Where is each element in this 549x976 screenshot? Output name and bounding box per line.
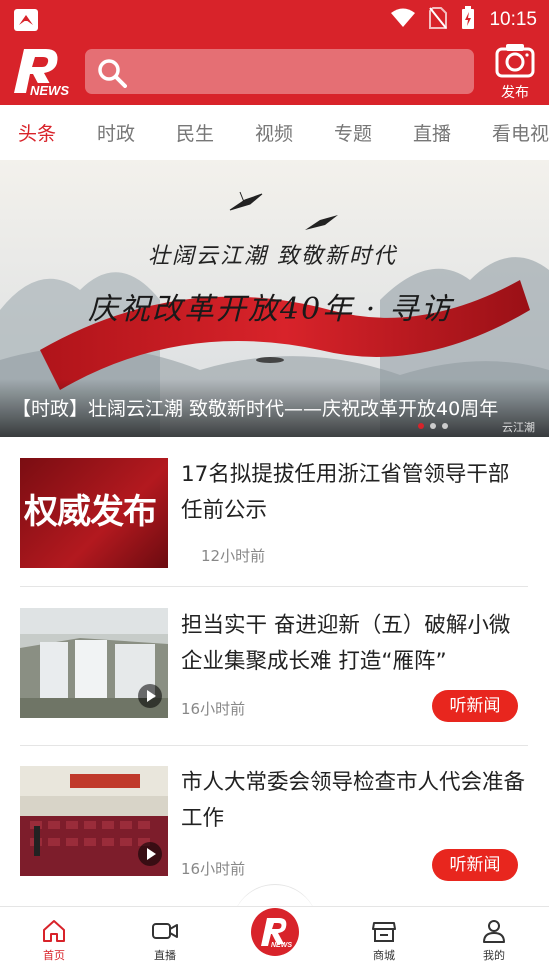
tab-livelihood[interactable]: 民生 [176, 119, 237, 146]
play-icon [138, 684, 162, 708]
nav-home[interactable]: 首页 [14, 919, 94, 963]
tab-tv[interactable]: 看电视 [492, 119, 549, 146]
listen-news-button[interactable]: 听新闻 [432, 849, 518, 881]
headline-banner[interactable]: 壮阔云江潮 致敬新时代 庆祝改革开放40年 · 寻访 【时政】壮阔云江潮 致敬新… [0, 160, 549, 437]
logo-news-text: NEWS [30, 83, 69, 98]
video-camera-icon [125, 919, 205, 945]
news-time: 16小时前 [181, 700, 246, 718]
carousel-dot [430, 423, 436, 429]
clock: 10:15 [489, 9, 537, 30]
wifi-icon [391, 8, 416, 32]
profile-icon [454, 919, 534, 945]
banner-art-subtitle: 庆祝改革开放40年 · 寻访 [88, 292, 453, 327]
nav-center-logo-button[interactable]: NEWS [251, 908, 299, 956]
search-input[interactable] [85, 49, 474, 94]
search-icon [97, 58, 127, 92]
news-time: 16小时前 [181, 860, 246, 878]
list-item[interactable]: 权威发布 17名拟提拔任用浙江省管领导干部任前公示 12小时前 [20, 437, 528, 587]
nav-store-label: 商城 [373, 949, 395, 962]
list-item[interactable]: 担当实干 奋进迎新（五）破解小微企业集聚成长难 打造“雁阵” 16小时前 听新闻 [20, 587, 528, 746]
tab-video[interactable]: 视频 [255, 119, 316, 146]
tab-headlines[interactable]: 头条 [18, 119, 79, 146]
thumb-text: 权威发布 [24, 492, 157, 532]
news-time: 12小时前 [201, 547, 266, 565]
list-item[interactable]: 市人大常委会领导检查市人代会准备工作 16小时前 听新闻 [20, 746, 528, 898]
category-tabs: 头条 时政 民生 视频 专题 直播 看电视 [0, 105, 549, 160]
carousel-dot [442, 423, 448, 429]
top-header: NEWS 发布 [0, 40, 549, 105]
tab-live[interactable]: 直播 [413, 119, 474, 146]
publish-label: 发布 [501, 85, 529, 101]
news-thumbnail [20, 608, 168, 718]
news-thumbnail [20, 766, 168, 876]
nav-live[interactable]: 直播 [125, 919, 205, 963]
banner-art-title: 壮阔云江潮 致敬新时代 [148, 244, 397, 269]
banner-watermark: 云江潮 [502, 421, 535, 434]
nav-profile-label: 我的 [483, 949, 505, 962]
tab-topics[interactable]: 专题 [334, 119, 395, 146]
banner-caption: 【时政】壮阔云江潮 致敬新时代——庆祝改革开放40周年 [12, 398, 499, 420]
publish-button[interactable]: 发布 [490, 42, 540, 102]
status-bar: 10:15 [0, 0, 549, 40]
no-sim-icon [429, 7, 448, 33]
nav-home-label: 首页 [43, 949, 65, 962]
nav-live-label: 直播 [154, 949, 176, 962]
news-title: 担当实干 奋进迎新（五）破解小微企业集聚成长难 打造“雁阵” [181, 608, 528, 680]
tab-politics[interactable]: 时政 [97, 119, 158, 146]
nav-store[interactable]: 商城 [344, 919, 424, 963]
carousel-indicator [418, 423, 448, 429]
battery-charging-icon [461, 6, 475, 34]
news-title-text: 担当实干 奋进迎新（五）破解小微企业集聚成长难 打造“雁阵” [181, 613, 511, 674]
news-thumbnail: 权威发布 [20, 458, 168, 568]
r-news-logo: NEWS [261, 918, 292, 949]
nav-profile[interactable]: 我的 [454, 919, 534, 963]
news-title: 17名拟提拔任用浙江省管领导干部任前公示 [181, 462, 510, 523]
camera-icon [490, 42, 540, 82]
store-icon [344, 919, 424, 945]
app-logo[interactable]: NEWS [10, 43, 69, 101]
svg-text:NEWS: NEWS [271, 942, 292, 949]
listen-news-button[interactable]: 听新闻 [432, 690, 518, 722]
carousel-dot-active [418, 423, 424, 429]
app-notification-icon [14, 9, 38, 31]
news-title: 市人大常委会领导检查市人代会准备工作 [181, 770, 526, 831]
play-icon [138, 842, 162, 866]
home-icon [14, 919, 94, 945]
